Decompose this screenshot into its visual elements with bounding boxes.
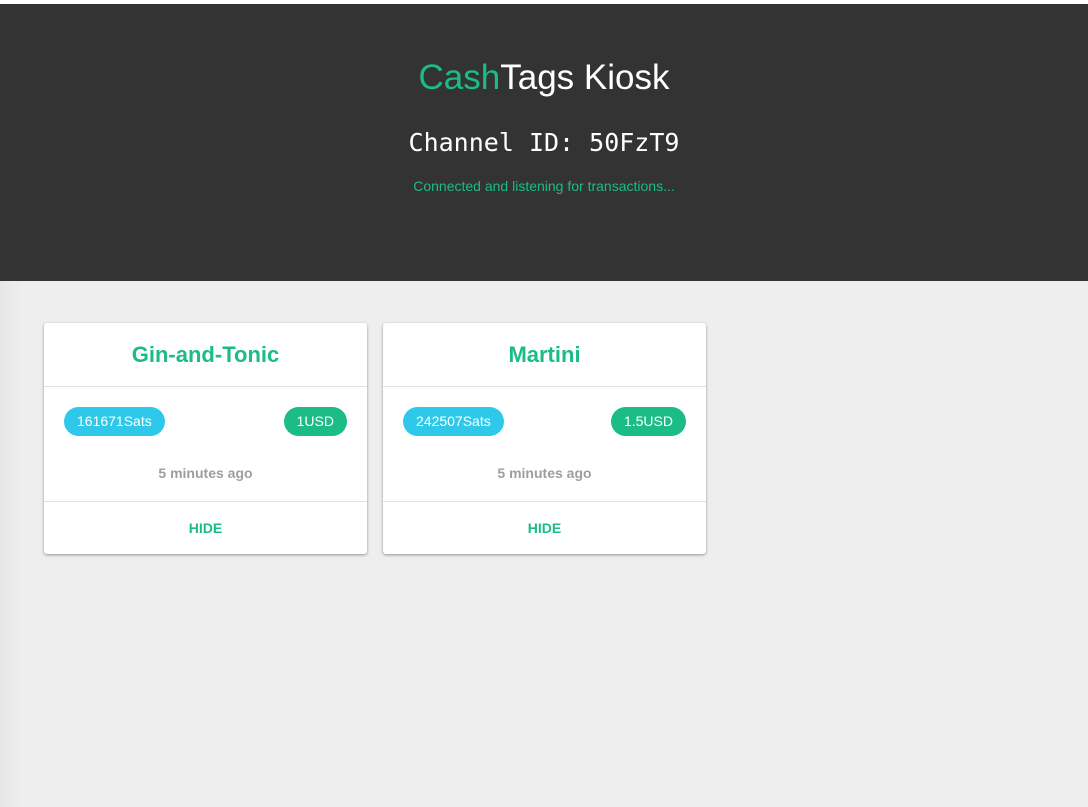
card-title: Martini — [383, 323, 706, 387]
usd-chip: 1USD — [283, 407, 347, 436]
channel-id: Channel ID: 50FzT9 — [408, 128, 680, 157]
card-timestamp: 5 minutes ago — [158, 465, 253, 481]
hide-button[interactable]: HIDE — [181, 520, 230, 536]
app-title-accent: Cash — [418, 58, 501, 97]
card-actions: HIDE — [44, 501, 367, 555]
transaction-card: Gin-and-Tonic 161671Sats 1USD 5 minutes … — [44, 323, 367, 554]
sats-chip: 242507Sats — [403, 407, 504, 436]
card-actions: HIDE — [383, 501, 706, 555]
kiosk-header: CashTags Kiosk Channel ID: 50FzT9 Connec… — [0, 4, 1088, 281]
transaction-card: Martini 242507Sats 1.5USD 5 minutes ago … — [383, 323, 706, 554]
left-edge-shade — [0, 281, 22, 807]
card-title: Gin-and-Tonic — [44, 323, 367, 387]
app-title: CashTags Kiosk — [0, 58, 1088, 98]
usd-chip: 1.5USD — [610, 407, 686, 436]
connection-status: Connected and listening for transactions… — [413, 178, 675, 194]
transactions-area: Gin-and-Tonic 161671Sats 1USD 5 minutes … — [0, 281, 1088, 807]
sats-chip: 161671Sats — [64, 407, 165, 436]
card-timestamp: 5 minutes ago — [497, 465, 592, 481]
app-title-rest: Tags Kiosk — [500, 58, 670, 97]
hide-button[interactable]: HIDE — [520, 520, 569, 536]
